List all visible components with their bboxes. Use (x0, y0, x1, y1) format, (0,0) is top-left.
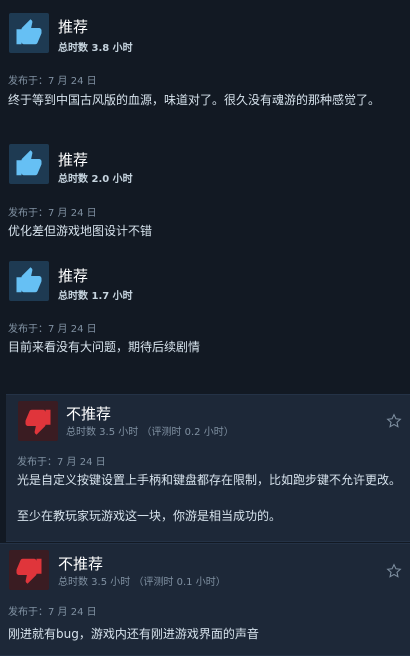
review-item: 推荐 总时数 3.8 小时 发布于：7 月 24 日 终于等到中国古风版的血源，… (0, 0, 410, 125)
review-posted-date: 发布于：7 月 24 日 (8, 607, 97, 618)
thumbs-down-icon (18, 401, 58, 441)
thumbs-up-icon (9, 13, 49, 53)
review-hours: 总时数 3.8 小时 (58, 43, 133, 54)
review-hours: 总时数 2.0 小时 (58, 174, 133, 185)
review-item: 推荐 总时数 1.7 小时 发布于：7 月 24 日 目前来看没有大问题，期待后… (0, 250, 410, 385)
review-posted-date: 发布于：7 月 24 日 (8, 324, 97, 335)
thumbs-up-icon (9, 261, 49, 301)
review-verdict: 不推荐 (66, 405, 112, 423)
review-posted-date: 发布于：7 月 24 日 (17, 457, 106, 468)
review-verdict: 不推荐 (58, 555, 104, 573)
review-item: 推荐 总时数 2.0 小时 发布于：7 月 24 日 优化差但游戏地图设计不错 (0, 135, 410, 250)
review-hours: 总时数 1.7 小时 (58, 291, 133, 302)
review-item: 不推荐 总时数 3.5 小时 （评测时 0.2 小时） 发布于：7 月 24 日… (6, 394, 410, 542)
star-icon[interactable] (386, 413, 402, 429)
review-text: 刚进就有bug，游戏内还有刚进游戏界面的声音 (8, 627, 259, 641)
review-posted-date: 发布于：7 月 24 日 (8, 76, 97, 87)
review-text: 优化差但游戏地图设计不错 (8, 224, 153, 238)
review-item: 不推荐 总时数 3.5 小时 （评测时 0.1 小时） 发布于：7 月 24 日… (0, 543, 410, 656)
review-verdict: 推荐 (58, 151, 89, 169)
review-posted-date: 发布于：7 月 24 日 (8, 208, 97, 219)
thumbs-down-icon (9, 550, 49, 590)
star-icon[interactable] (386, 563, 402, 579)
review-verdict: 推荐 (58, 18, 89, 36)
review-hours: 总时数 3.5 小时 （评测时 0.2 小时） (66, 427, 234, 438)
thumbs-up-icon (9, 144, 49, 184)
review-text: 目前来看没有大问题，期待后续剧情 (8, 340, 201, 354)
review-text: 终于等到中国古风版的血源，味道对了。很久没有魂游的那种感觉了。 (8, 93, 381, 107)
review-hours: 总时数 3.5 小时 （评测时 0.1 小时） (58, 577, 226, 588)
review-text-line2: 至少在教玩家玩游戏这一块，你游是相当成功的。 (17, 509, 282, 523)
review-text: 光是自定义按键设置上手柄和键盘都存在限制，比如跑步键不允许更改。 (17, 473, 402, 487)
review-verdict: 推荐 (58, 267, 89, 285)
